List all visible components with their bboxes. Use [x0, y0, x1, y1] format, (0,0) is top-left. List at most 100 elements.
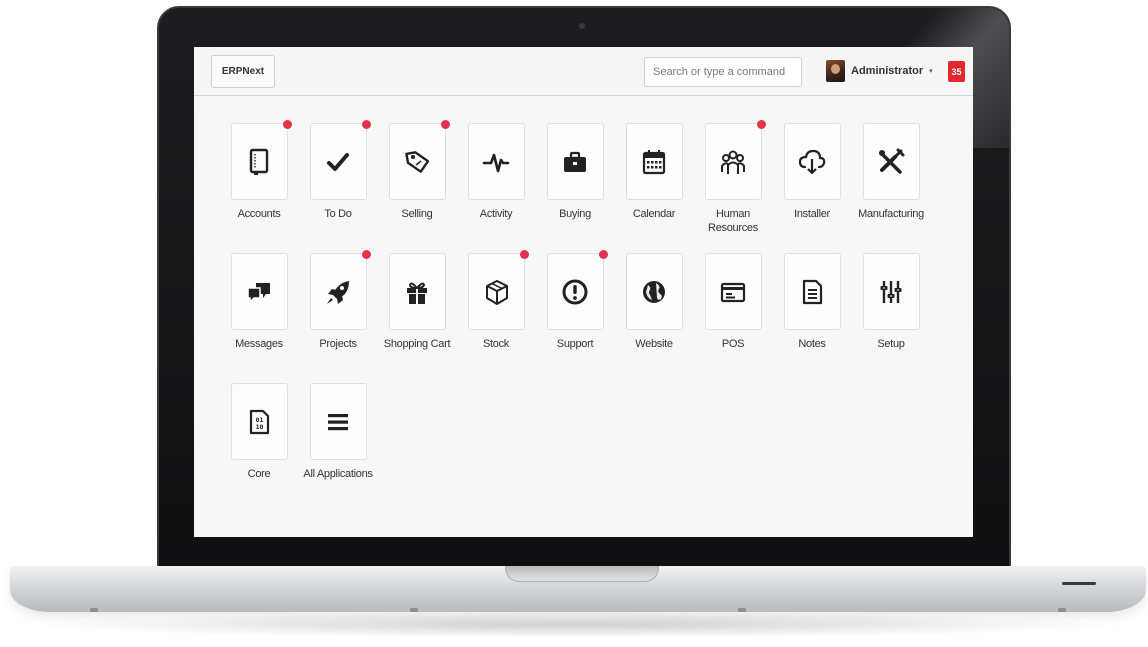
app-tile[interactable]: [783, 123, 841, 200]
app-tile[interactable]: [625, 123, 683, 200]
app-tile[interactable]: [625, 253, 683, 330]
laptop-foot: [738, 608, 746, 612]
app-label: Human Resources: [708, 208, 758, 234]
people-icon: [721, 150, 745, 174]
app-tile[interactable]: [546, 250, 608, 330]
binary-file-icon: 0110: [249, 409, 270, 434]
chevron-down-icon: ▾: [929, 68, 933, 75]
app-label: Calendar: [632, 208, 676, 220]
app-tile[interactable]: [388, 253, 446, 330]
app-support[interactable]: Support: [533, 250, 617, 351]
document-icon: [802, 279, 823, 304]
notification-dot: [598, 250, 608, 259]
laptop-foot: [410, 608, 418, 612]
laptop-shadow: [30, 612, 1120, 638]
app-tile[interactable]: [230, 120, 292, 200]
app-label: Shopping Cart: [383, 338, 451, 350]
app-label: To Do: [324, 208, 352, 220]
navbar: ERPNext Administrator ▾ 35: [194, 47, 973, 96]
app-notes[interactable]: Notes: [770, 253, 854, 351]
brand-logo[interactable]: ERPNext: [211, 55, 275, 88]
app-tile[interactable]: [309, 250, 371, 330]
app-tile[interactable]: [704, 120, 766, 200]
app-label: Support: [556, 338, 594, 350]
calendar-icon: [642, 149, 666, 174]
cloud-download-icon: [798, 149, 826, 174]
app-all-applications[interactable]: All Applications: [296, 383, 380, 481]
app-to-do[interactable]: To Do: [296, 120, 380, 221]
globe-icon: [643, 280, 665, 303]
app-tile[interactable]: [467, 123, 525, 200]
svg-text:10: 10: [256, 423, 264, 431]
exclamation-circle-icon: [562, 279, 588, 304]
laptop-foot: [1058, 608, 1066, 612]
search-input[interactable]: [644, 57, 802, 87]
app-projects[interactable]: Projects: [296, 250, 380, 351]
notification-dot: [756, 120, 766, 129]
app-label: Notes: [798, 338, 826, 350]
app-manufacturing[interactable]: Manufacturing: [849, 123, 933, 221]
app-shopping-cart[interactable]: Shopping Cart: [375, 253, 459, 351]
app-pos[interactable]: POS: [691, 253, 775, 351]
laptop-base: [10, 566, 1146, 612]
checkmark-icon: [327, 152, 349, 171]
app-grid: Accounts To Do Selling Activity Buying Calend…: [194, 96, 973, 537]
notification-dot: [361, 120, 371, 129]
app-tile[interactable]: [388, 120, 450, 200]
app-label: Activity: [479, 208, 513, 220]
user-menu[interactable]: Administrator ▾: [826, 58, 933, 84]
laptop-foot: [90, 608, 98, 612]
app-tile[interactable]: 01 10: [230, 383, 288, 460]
app-tile[interactable]: [467, 250, 529, 330]
notification-badge[interactable]: 35: [948, 61, 965, 82]
app-stock[interactable]: Stock: [454, 250, 538, 351]
app-accounts[interactable]: Accounts: [217, 120, 301, 221]
app-tile[interactable]: [862, 123, 920, 200]
app-tile[interactable]: [309, 383, 367, 460]
app-label: Stock: [482, 338, 509, 350]
app-label: Accounts: [237, 208, 281, 220]
app-human-resources[interactable]: Human Resources: [691, 120, 775, 235]
user-name: Administrator: [851, 65, 924, 77]
app-activity[interactable]: Activity: [454, 123, 538, 221]
notification-dot: [440, 120, 450, 129]
book-icon: [249, 148, 269, 175]
app-tile[interactable]: [230, 253, 288, 330]
card-terminal-icon: [720, 282, 746, 302]
app-buying[interactable]: Buying: [533, 123, 617, 221]
sliders-icon: [880, 280, 902, 303]
app-label: Website: [635, 338, 673, 350]
laptop-lid: ERPNext Administrator ▾ 35 Accounts To Do…: [157, 6, 1011, 572]
rocket-icon: [327, 280, 349, 304]
app-label: Messages: [235, 338, 283, 350]
app-tile[interactable]: [783, 253, 841, 330]
app-calendar[interactable]: Calendar: [612, 123, 696, 221]
app-core[interactable]: 01 10 Core: [217, 383, 301, 481]
app-messages[interactable]: Messages: [217, 253, 301, 351]
screen: ERPNext Administrator ▾ 35 Accounts To Do…: [194, 47, 973, 537]
app-tile[interactable]: [546, 123, 604, 200]
app-label: Selling: [401, 208, 433, 220]
app-label: Projects: [319, 338, 357, 350]
pulse-icon: [482, 153, 510, 172]
app-selling[interactable]: Selling: [375, 120, 459, 221]
app-label: Core: [247, 468, 271, 480]
tools-icon: [879, 148, 905, 174]
gift-icon: [407, 282, 427, 304]
webcam: [579, 23, 585, 29]
box-icon: [486, 279, 508, 305]
app-installer[interactable]: Installer: [770, 123, 854, 221]
notification-dot: [282, 120, 292, 129]
notification-dot: [519, 250, 529, 259]
app-tile[interactable]: [704, 253, 762, 330]
app-label: POS: [721, 338, 745, 350]
app-label: All Applications: [303, 468, 373, 480]
app-label: Manufacturing: [858, 208, 924, 220]
app-label: Setup: [877, 338, 905, 350]
app-website[interactable]: Website: [612, 253, 696, 351]
lid-opening-notch: [505, 566, 659, 582]
app-tile[interactable]: [862, 253, 920, 330]
app-setup[interactable]: Setup: [849, 253, 933, 351]
notification-dot: [361, 250, 371, 259]
app-tile[interactable]: [309, 120, 371, 200]
